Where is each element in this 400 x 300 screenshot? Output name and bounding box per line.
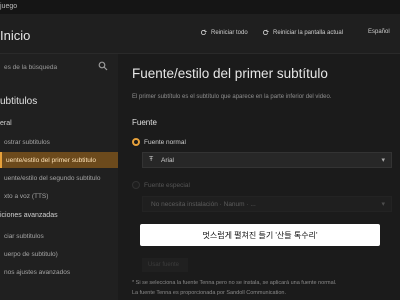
reset-screen-button[interactable]: Reiniciar la pantalla actual bbox=[262, 29, 343, 36]
sidebar-item-first-subtitle[interactable]: uente/estilo del primer subtitulo bbox=[0, 152, 118, 168]
font-note-2: La fuente Tenna es proporcionada por San… bbox=[132, 290, 286, 296]
normal-font-label: Fuente normal bbox=[144, 139, 186, 146]
special-font-label: Fuente especial bbox=[144, 182, 190, 189]
radio-normal-font[interactable] bbox=[132, 138, 140, 146]
language-label: Español bbox=[368, 29, 390, 35]
sidebar-item-second-subtitle[interactable]: uente/estilo del segundo subtitulo bbox=[0, 170, 118, 186]
page-title: Fuente/estilo del primer subtítulo bbox=[132, 66, 328, 81]
sidebar-item-show-subtitles[interactable]: ostrar subtitulos bbox=[0, 134, 118, 150]
group-title-general: eral bbox=[0, 120, 12, 127]
section-title-subtitles: ubtitulos bbox=[0, 96, 38, 107]
font-section-label: Fuente bbox=[132, 118, 157, 127]
reset-all-button[interactable]: Reiniciar todo bbox=[200, 29, 248, 36]
font-select[interactable]: Ŧ Arial ▾ bbox=[142, 152, 392, 168]
search-placeholder: es de la búsqueda bbox=[4, 64, 58, 71]
sidebar-item-subtitle-body[interactable]: uerpo de subtitulo) bbox=[0, 246, 118, 262]
radio-special-font[interactable] bbox=[132, 181, 140, 189]
sidebar: es de la búsqueda ubtitulos eral ostrar … bbox=[0, 54, 118, 300]
font-icon: Ŧ bbox=[149, 156, 154, 163]
special-font-select[interactable]: No necesita instalación · Nanum · ... ▾ bbox=[142, 196, 392, 212]
reset-screen-label: Reiniciar la pantalla actual bbox=[273, 29, 344, 36]
refresh-icon bbox=[200, 29, 207, 36]
window-titlebar: juego bbox=[0, 0, 400, 14]
search-icon bbox=[98, 61, 108, 71]
sidebar-item-tts[interactable]: xto a voz (TTS) bbox=[0, 188, 118, 204]
sidebar-item-init-subtitles[interactable]: ciar subtitulos bbox=[0, 228, 118, 244]
sidebar-item-advanced-settings[interactable]: nos ajustes avanzados bbox=[0, 264, 118, 280]
chevron-down-icon: ▾ bbox=[381, 201, 385, 208]
toast-message: 멋스럽게 펼쳐진 들기 '산들 톡수리' bbox=[140, 224, 380, 246]
refresh-icon bbox=[262, 29, 269, 36]
window-title: juego bbox=[0, 3, 18, 10]
group-title-advanced: iciones avanzadas bbox=[0, 212, 58, 219]
chevron-down-icon: ▾ bbox=[381, 157, 385, 164]
home-title[interactable]: Inicio bbox=[0, 28, 30, 43]
main-panel: Fuente/estilo del primer subtítulo El pr… bbox=[118, 54, 400, 300]
top-bar: Inicio Reiniciar todo Reiniciar la panta… bbox=[0, 14, 400, 54]
use-font-button[interactable]: Usar fuente bbox=[142, 258, 188, 272]
page-description: El primer subtítulo es el subtítulo que … bbox=[132, 94, 332, 100]
font-select-value: Arial bbox=[161, 157, 175, 164]
language-selector[interactable]: Español bbox=[368, 29, 390, 35]
search-field[interactable]: es de la búsqueda bbox=[0, 58, 114, 76]
font-note-1: * Si se selecciona la fuente Tenna pero … bbox=[132, 280, 337, 286]
special-font-placeholder: No necesita instalación · Nanum · ... bbox=[151, 201, 256, 208]
reset-all-label: Reiniciar todo bbox=[211, 29, 248, 36]
